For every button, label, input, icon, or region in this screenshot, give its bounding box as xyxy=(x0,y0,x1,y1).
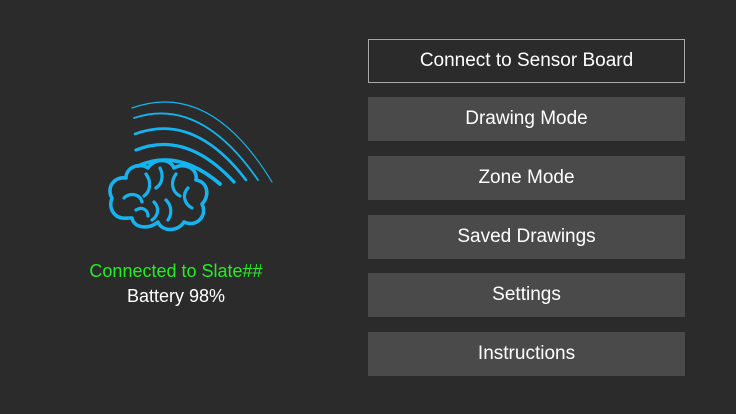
battery-status: Battery 98% xyxy=(126,286,226,306)
brain-signal-icon xyxy=(100,88,280,238)
connection-status: Connected to Slate## xyxy=(89,261,263,281)
connect-sensor-board-button[interactable]: Connect to Sensor Board xyxy=(368,39,685,83)
settings-button[interactable]: Settings xyxy=(368,273,685,317)
instructions-button[interactable]: Instructions xyxy=(368,332,685,376)
saved-drawings-button[interactable]: Saved Drawings xyxy=(368,215,685,259)
drawing-mode-button[interactable]: Drawing Mode xyxy=(368,97,685,141)
zone-mode-button[interactable]: Zone Mode xyxy=(368,156,685,200)
